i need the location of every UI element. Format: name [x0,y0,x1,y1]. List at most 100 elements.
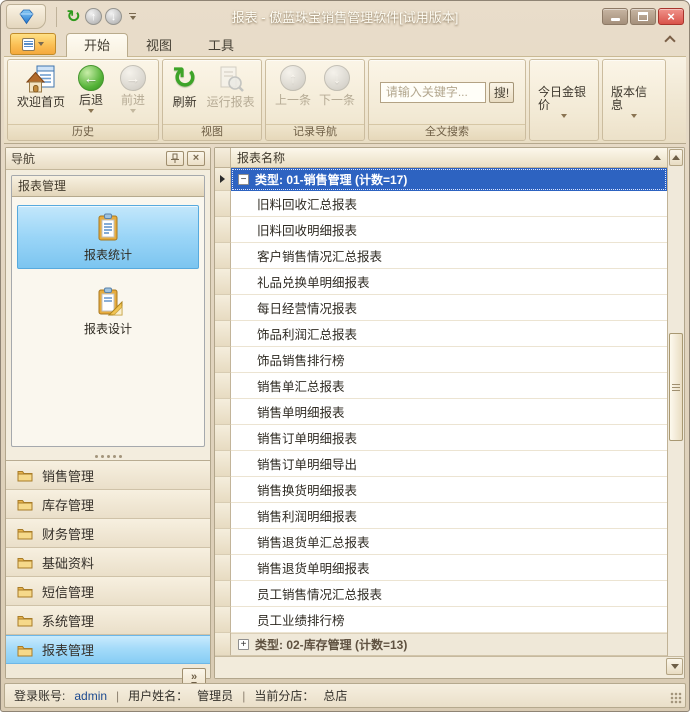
report-row[interactable]: 客户销售情况汇总报表 [215,243,667,269]
up-arrow-icon: ↑ [280,65,306,91]
report-row[interactable]: 员工销售情况汇总报表 [215,581,667,607]
module-nav-item[interactable]: 基础资料 [6,548,210,577]
report-row[interactable]: 销售单明细报表 [215,399,667,425]
scrollbar-track[interactable] [668,167,684,656]
row-indicator [215,168,231,191]
report-row[interactable]: 礼品兑换单明细报表 [215,269,667,295]
refresh-button[interactable]: ↻ 刷新 [166,62,203,109]
report-name: 礼品兑换单明细报表 [257,272,370,291]
row-indicator [215,295,231,321]
separator: | [242,689,245,703]
minimize-button[interactable] [602,8,628,25]
chevron-down-icon [38,42,44,46]
row-indicator [215,191,231,217]
scroll-up-icon [672,155,680,160]
sidebar-item-report-design[interactable]: 报表设计 [17,279,199,343]
user-name-label: 用户姓名： [128,687,188,704]
report-name: 销售退货单明细报表 [257,558,370,577]
qat-up-icon[interactable]: ↑ [85,8,102,25]
row-indicator [215,607,231,633]
module-nav-item[interactable]: 销售管理 [6,461,210,490]
ribbon-minimize-icon[interactable] [664,35,675,46]
folder-icon [17,613,33,627]
scrollbar-thumb[interactable] [669,333,683,441]
module-nav-item[interactable]: 库存管理 [6,490,210,519]
module-nav-item[interactable]: 系统管理 [6,606,210,635]
forward-button[interactable]: → 前进 [112,62,154,113]
column-header-report-name[interactable]: 报表名称 [231,148,667,167]
ribbon-tab[interactable]: 视图 [128,33,190,57]
scroll-up-button[interactable] [669,149,683,166]
grid-column-header-row: 报表名称 [215,148,667,168]
close-button[interactable]: × [658,8,684,25]
module-nav-label: 库存管理 [42,495,94,514]
diamond-icon [17,8,36,25]
panel-close-button[interactable]: × [187,151,205,166]
qat-refresh-icon[interactable]: ↻ [65,8,82,25]
app-logo [6,4,46,29]
welcome-home-button[interactable]: 欢迎首页 [12,62,70,109]
sidebar-item-report-statistics[interactable]: 报表统计 [17,205,199,269]
report-row[interactable]: 销售利润明细报表 [215,503,667,529]
report-name: 销售单汇总报表 [257,376,345,395]
report-row[interactable]: 饰品利润汇总报表 [215,321,667,347]
report-row[interactable]: 饰品销售排行榜 [215,347,667,373]
report-row[interactable]: 销售退货单明细报表 [215,555,667,581]
group-caption-record-nav: 记录导航 [266,124,364,140]
maximize-button[interactable] [630,8,656,25]
qat-down-icon[interactable]: ↓ [105,8,122,25]
ribbon-tab[interactable]: 工具 [190,33,252,57]
report-name: 每日经营情况报表 [257,298,357,317]
gold-price-button[interactable]: 今日金银价 [530,60,598,140]
module-nav-label: 基础资料 [42,553,94,572]
login-account-label: 登录账号: [14,687,65,704]
group-row-sales[interactable]: − 类型: 01-销售管理 (计数=17) [215,168,667,191]
qat-customize-icon[interactable] [129,13,136,20]
row-indicator [215,321,231,347]
scroll-down-button[interactable] [666,658,683,675]
report-row[interactable]: 员工业绩排行榜 [215,607,667,633]
forward-label: 前进 [121,94,145,107]
row-indicator [215,529,231,555]
next-record-button[interactable]: ↓ 下一条 [315,62,359,107]
report-name: 员工销售情况汇总报表 [257,584,382,603]
module-nav-item[interactable]: 财务管理 [6,519,210,548]
app-window: 报表 - 傲蓝珠宝销售管理软件[试用版本] ↻ ↑ ↓ × [0,0,690,712]
back-button[interactable]: ← 后退 [70,62,112,113]
row-indicator [215,399,231,425]
sidebar-splitter[interactable] [6,452,210,460]
report-row[interactable]: 每日经营情况报表 [215,295,667,321]
run-report-button[interactable]: 运行报表 [203,62,258,109]
report-row[interactable]: 旧料回收明细报表 [215,217,667,243]
collapse-icon[interactable]: − [238,174,249,185]
application-menu-button[interactable] [10,33,56,55]
gold-price-dropdown-icon [561,114,567,118]
expand-icon[interactable]: + [238,639,249,650]
vertical-scrollbar[interactable] [667,148,684,656]
group-row-inventory[interactable]: + 类型: 02-库存管理 (计数=13) [215,633,667,656]
module-nav-item[interactable]: 短信管理 [6,577,210,606]
pin-button[interactable] [166,151,184,166]
report-row[interactable]: 销售单汇总报表 [215,373,667,399]
ribbon-tab[interactable]: 开始 [66,33,128,57]
minimize-icon [611,18,620,21]
report-row[interactable]: 旧料回收汇总报表 [215,191,667,217]
report-row[interactable]: 销售退货单汇总报表 [215,529,667,555]
module-nav-item[interactable]: 报表管理 [6,635,210,664]
prev-record-button[interactable]: ↑ 上一条 [271,62,315,107]
report-row[interactable]: 销售换货明细报表 [215,477,667,503]
search-button[interactable]: 搜! [489,82,514,103]
report-row[interactable]: 销售订单明细报表 [215,425,667,451]
grid-rows-area: − 类型: 01-销售管理 (计数=17) 旧料回收汇总报表 [215,168,667,656]
report-row[interactable]: 销售订单明细导出 [215,451,667,477]
folder-icon [17,497,33,511]
title-bar: 报表 - 傲蓝珠宝销售管理软件[试用版本] ↻ ↑ ↓ × [4,4,686,29]
version-info-button[interactable]: 版本信息 [603,60,665,140]
module-nav-label: 财务管理 [42,524,94,543]
quick-access-toolbar: ↻ ↑ ↓ [56,7,136,27]
back-label: 后退 [79,94,103,107]
report-name: 销售换货明细报表 [257,480,357,499]
resize-grip[interactable] [670,692,682,704]
search-input[interactable] [380,82,486,103]
separator: | [116,689,119,703]
